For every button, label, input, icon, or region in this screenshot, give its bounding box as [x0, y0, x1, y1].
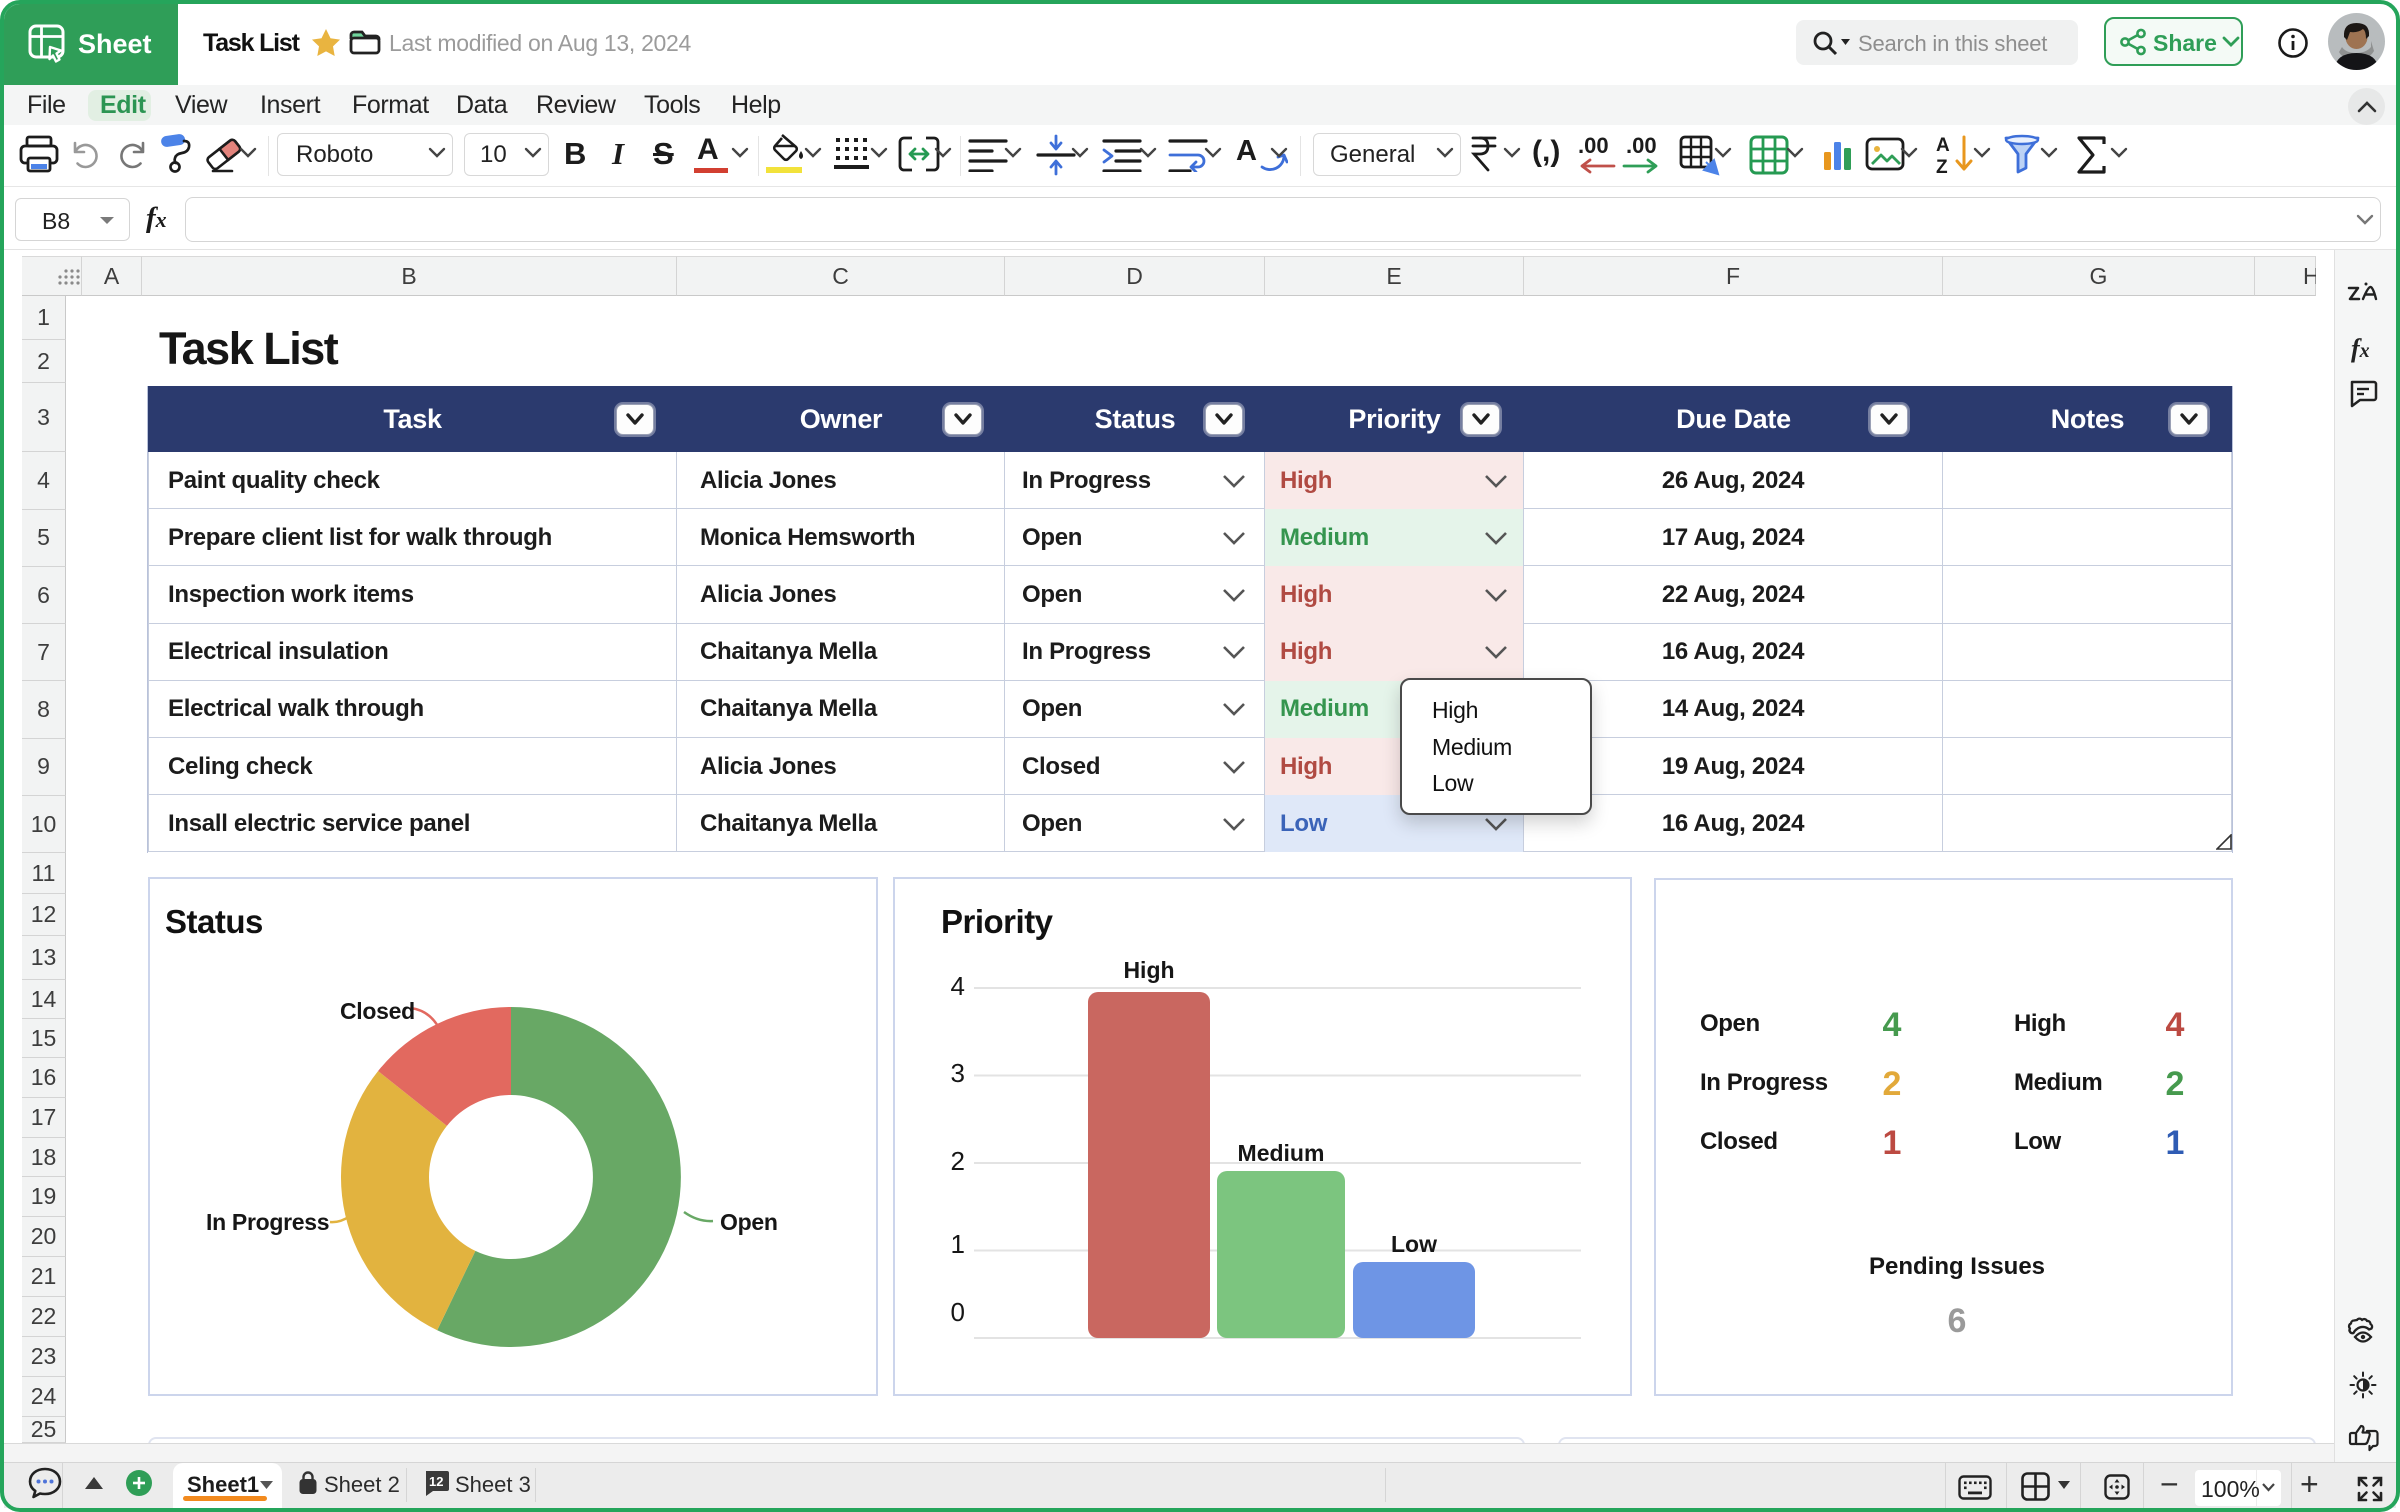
svg-text:A: A — [1936, 135, 1950, 156]
svg-text:.00: .00 — [1578, 133, 1609, 158]
svg-text:Z: Z — [1936, 157, 1948, 177]
svg-text:.00: .00 — [1626, 133, 1657, 158]
svg-text:12: 12 — [429, 1474, 443, 1489]
